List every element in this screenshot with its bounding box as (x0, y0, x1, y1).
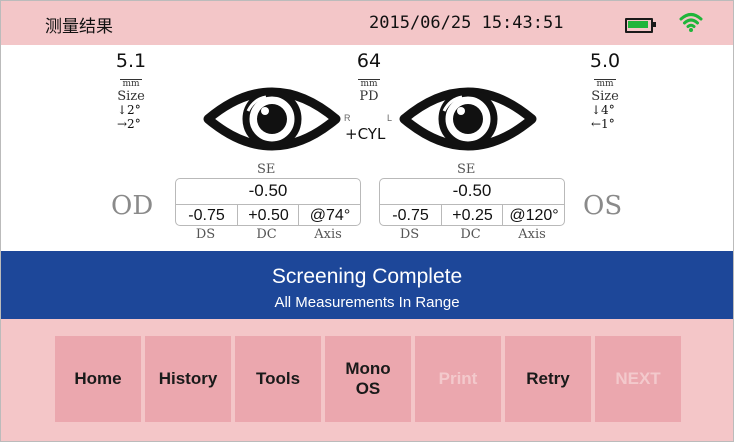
datetime: 2015/06/25 15:43:51 (369, 13, 564, 33)
results-panel: 5.1 mm Size ↓2° →2° 64 mm PD 5.0 mm Size… (1, 45, 733, 251)
os-refraction-box: -0.50 -0.75 +0.25 @120° (379, 178, 565, 226)
os-prism-vertical: ↓4° (591, 103, 615, 117)
cyl-label: +CYL (345, 125, 386, 143)
os-dc-value: +0.25 (441, 204, 503, 226)
os-label: OS (583, 191, 623, 221)
print-button[interactable]: Print (415, 336, 501, 422)
os-axis-value: @120° (502, 204, 565, 226)
left-marker: L (387, 113, 393, 123)
od-prism-vertical: ↓2° (117, 103, 141, 117)
history-button[interactable]: History (145, 336, 231, 422)
status-bar: 测量结果 2015/06/25 15:43:51 (1, 1, 733, 45)
od-prism-horizontal: →2° (117, 117, 141, 131)
right-marker: R (344, 113, 351, 123)
os-prism-horizontal: ←1° (591, 117, 615, 131)
status-banner: Screening Complete All Measurements In R… (1, 251, 733, 319)
od-dc-value: +0.50 (237, 204, 299, 226)
od-se-value: -0.50 (248, 181, 288, 200)
left-eye-icon (399, 87, 537, 151)
app-window: 测量结果 2015/06/25 15:43:51 5.1 mm Size ↓2°… (0, 0, 734, 442)
od-prism: ↓2° →2° (117, 103, 141, 131)
next-button[interactable]: NEXT (595, 336, 681, 422)
retry-button[interactable]: Retry (505, 336, 591, 422)
os-se-title: SE (457, 162, 476, 177)
os-prism: ↓4° ←1° (591, 103, 615, 131)
wifi-icon (679, 13, 703, 32)
pupil-distance: 64 mm PD (356, 50, 382, 104)
tools-button[interactable]: Tools (235, 336, 321, 422)
os-ds-value: -0.75 (380, 204, 441, 226)
mono-os-button[interactable]: Mono OS (325, 336, 411, 422)
right-eye-icon (203, 87, 341, 151)
home-button[interactable]: Home (55, 336, 141, 422)
battery-icon (625, 18, 656, 33)
od-axis-value: @74° (298, 204, 361, 226)
banner-title: Screening Complete (271, 265, 463, 288)
od-se-title: SE (257, 162, 276, 177)
banner-subtitle: All Measurements In Range (274, 294, 460, 311)
od-pupil-size: 5.1 mm Size (115, 50, 147, 104)
os-pupil-size: 5.0 mm Size (589, 50, 621, 104)
page-title: 测量结果 (45, 17, 113, 37)
os-se-value: -0.50 (452, 181, 492, 200)
od-label: OD (111, 191, 154, 221)
od-refraction-box: -0.50 -0.75 +0.50 @74° (175, 178, 361, 226)
od-ds-value: -0.75 (176, 204, 237, 226)
